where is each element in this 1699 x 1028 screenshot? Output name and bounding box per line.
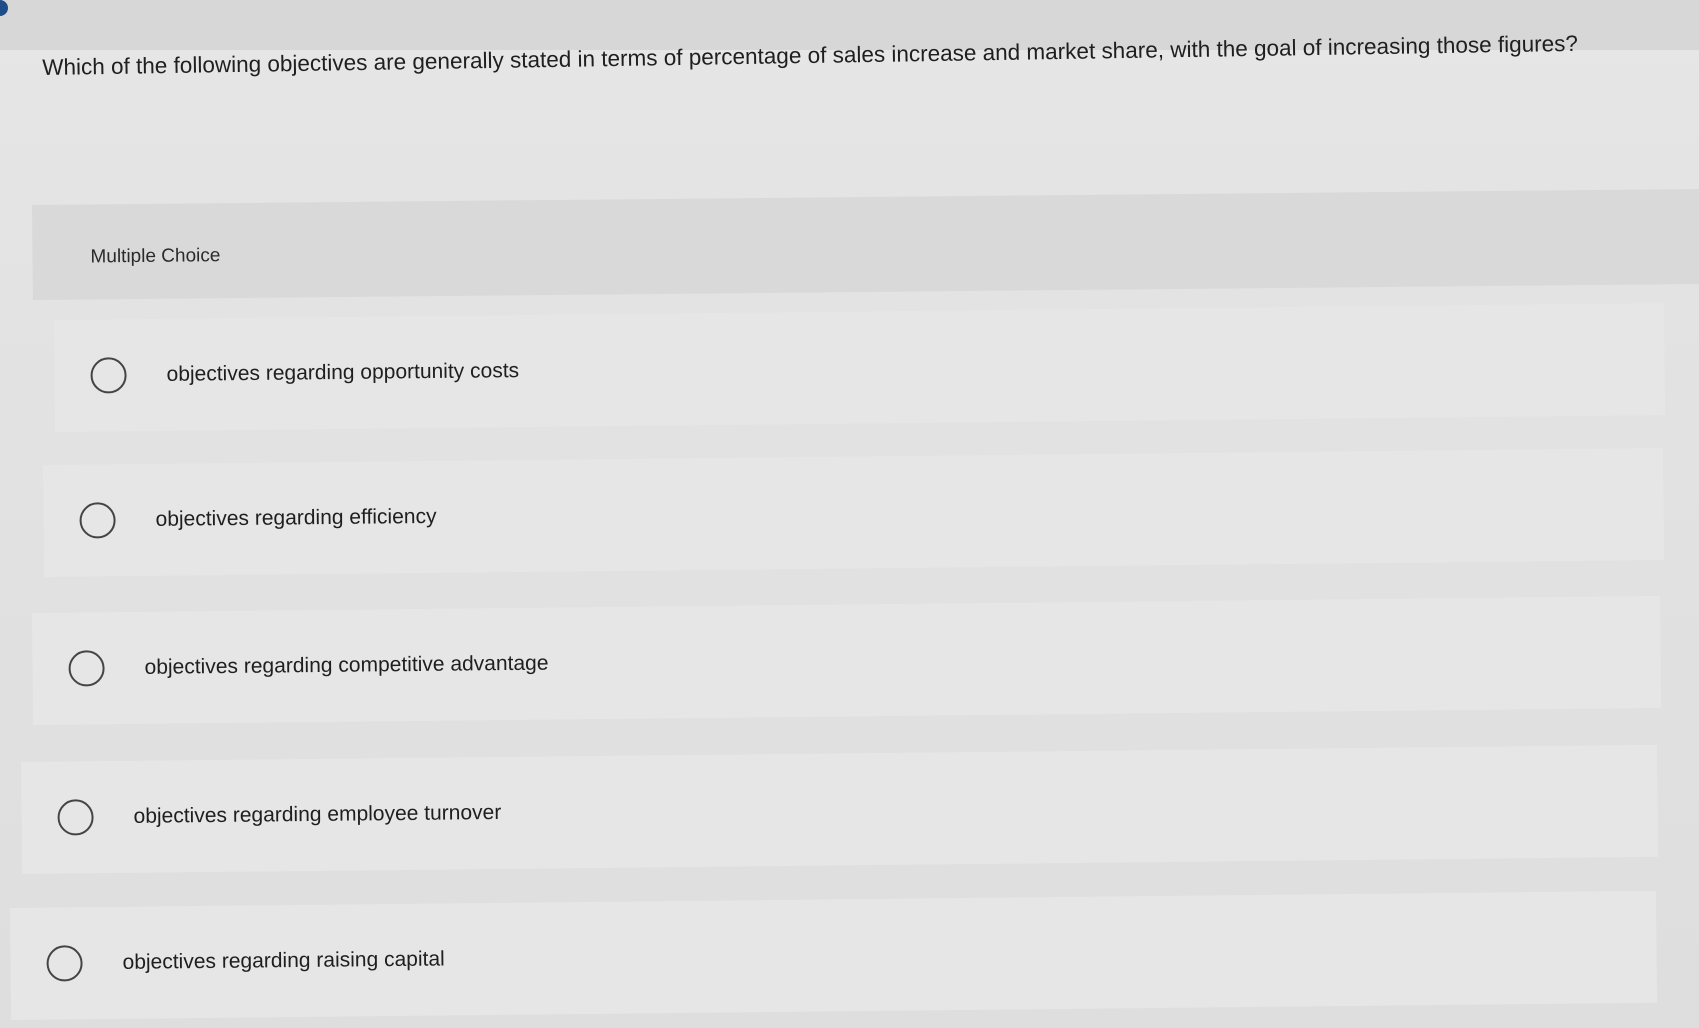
option-label: objectives regarding employee turnover <box>133 800 502 828</box>
radio-button[interactable] <box>57 799 94 836</box>
radio-button[interactable] <box>46 945 83 982</box>
option-label: objectives regarding raising capital <box>122 947 445 974</box>
option-label: objectives regarding efficiency <box>155 504 437 531</box>
option-competitive-advantage[interactable]: objectives regarding competitive advanta… <box>32 595 1662 725</box>
option-efficiency[interactable]: objectives regarding efficiency <box>43 448 1665 577</box>
option-employee-turnover[interactable]: objectives regarding employee turnover <box>21 744 1659 874</box>
option-label: objectives regarding opportunity costs <box>166 359 520 386</box>
multiple-choice-header: Multiple Choice <box>32 188 1699 300</box>
page: Which of the following objectives are ge… <box>0 0 1699 1028</box>
multiple-choice-label: Multiple Choice <box>90 245 221 268</box>
radio-button[interactable] <box>79 502 116 539</box>
option-raising-capital[interactable]: objectives regarding raising capital <box>10 890 1658 1020</box>
option-opportunity-costs[interactable]: objectives regarding opportunity costs <box>54 303 1666 432</box>
radio-button[interactable] <box>68 650 105 687</box>
option-label: objectives regarding competitive advanta… <box>144 651 549 679</box>
radio-button[interactable] <box>90 357 127 394</box>
